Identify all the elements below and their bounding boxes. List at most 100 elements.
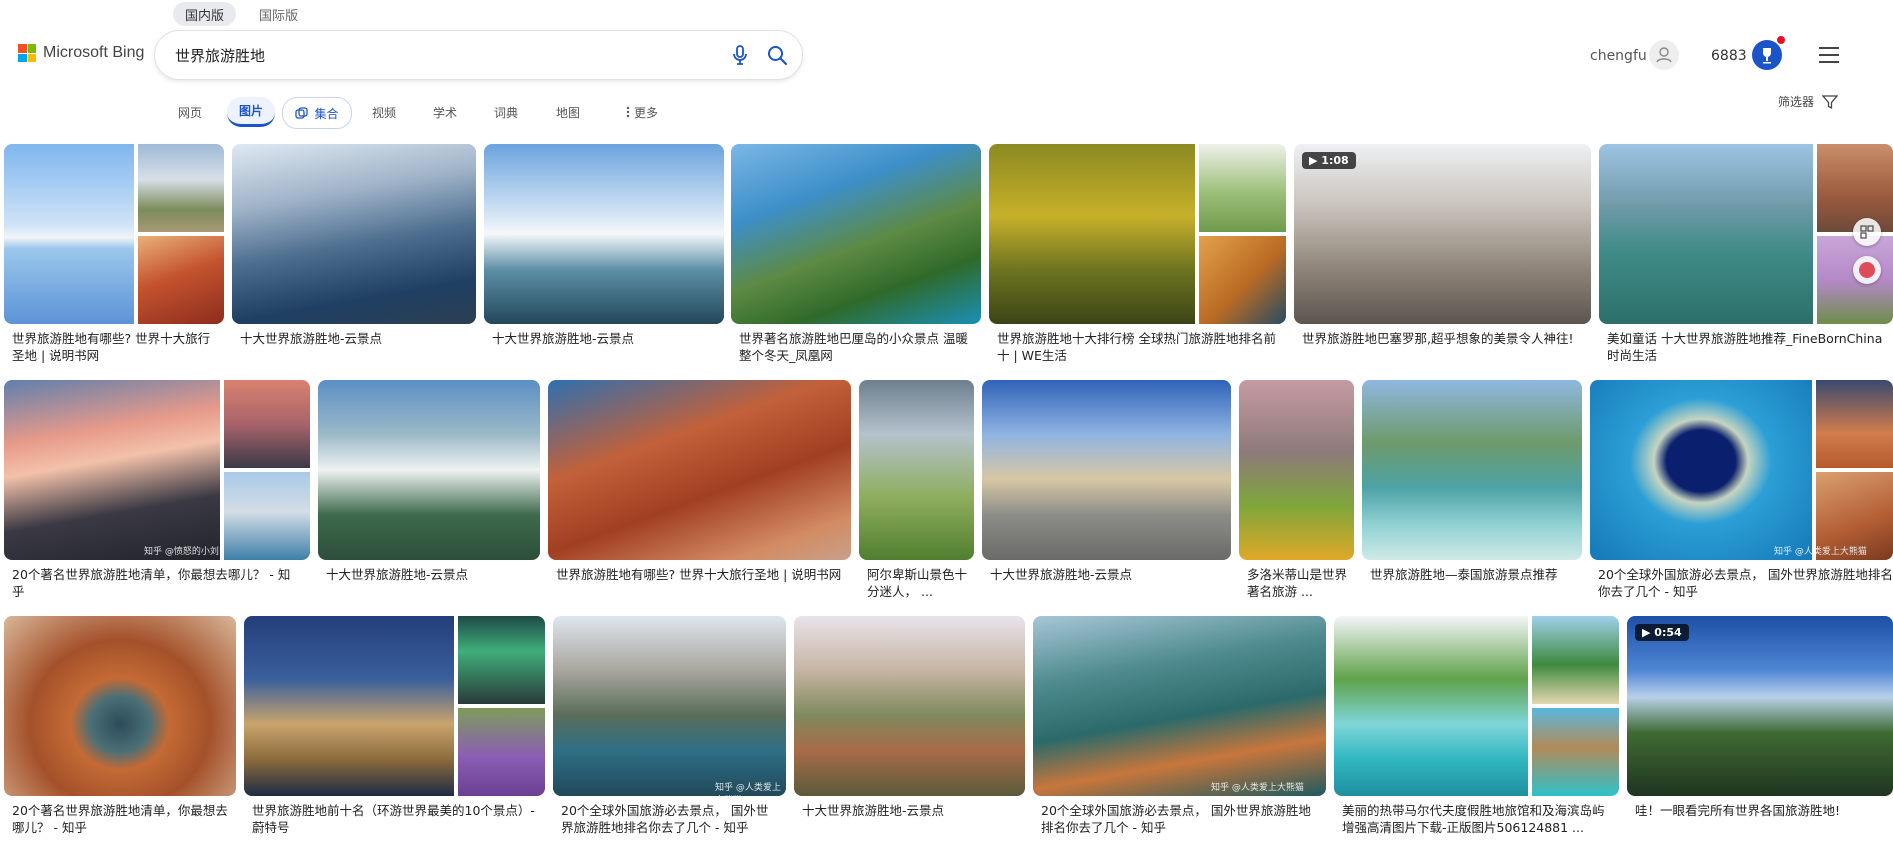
image-caption[interactable]: 十大世界旅游胜地-云景点 [990, 566, 1225, 584]
logo-text: Microsoft Bing [43, 44, 145, 61]
image-result[interactable] [1239, 380, 1354, 560]
tab-academic[interactable]: 学术 [427, 97, 463, 127]
image-result[interactable] [1334, 616, 1619, 796]
image-result[interactable]: 知乎 @愤怒的小刘 [4, 380, 310, 560]
tab-collections-label: 集合 [314, 106, 339, 121]
image-caption[interactable]: 世界著名旅游胜地巴厘岛的小众景点 温暖整个冬天_凤凰网 [739, 330, 975, 366]
image-result[interactable] [989, 144, 1286, 324]
image-result[interactable] [484, 144, 724, 324]
image-caption[interactable]: 十大世界旅游胜地-云景点 [326, 566, 534, 584]
image-caption[interactable]: 美如童话 十大世界旅游胜地推荐_FineBornChina时尚生活 [1607, 330, 1893, 366]
venice-image [244, 616, 454, 796]
lavender-image [458, 708, 545, 796]
visual-search-icon [1860, 225, 1874, 239]
more-dots-icon [626, 106, 630, 118]
trophy-icon [1763, 48, 1771, 64]
image-result[interactable]: ▶ 0:54 [1627, 616, 1893, 796]
tab-images[interactable]: 图片 [227, 97, 275, 127]
video-duration: 1:08 [1321, 154, 1349, 167]
image-result[interactable] [232, 144, 476, 324]
save-to-collection-button[interactable] [1853, 256, 1881, 284]
visual-search-button[interactable] [1853, 218, 1881, 246]
volcano-image [224, 380, 310, 468]
search-box[interactable]: 世界旅游胜地 [155, 31, 802, 79]
image-result[interactable] [1599, 144, 1893, 324]
microsoft-logo-icon [18, 44, 36, 62]
image-result[interactable] [982, 380, 1231, 560]
taj-mahal-image [4, 144, 134, 324]
tab-maps[interactable]: 地图 [550, 97, 586, 127]
video-duration-badge: ▶ 0:54 [1635, 624, 1689, 641]
image-caption[interactable]: 十大世界旅游胜地-云景点 [802, 802, 1019, 820]
image-caption[interactable]: 世界旅游胜地巴塞罗那,超乎想象的美景令人神往! [1302, 330, 1585, 348]
image-result[interactable] [244, 616, 545, 796]
watermark: 知乎 @愤怒的小刘 [144, 547, 219, 557]
image-result[interactable]: ▶ 1:08 [1294, 144, 1591, 324]
canyon-image [138, 236, 224, 324]
image-result[interactable]: 知乎 @人类爱上大熊猫 [1033, 616, 1326, 796]
image-result[interactable] [731, 144, 981, 324]
avatar[interactable] [1649, 40, 1679, 70]
image-caption[interactable]: 美丽的热带马尔代夫度假胜地旅馆和及海滨岛屿增强高清图片下载-正版图片506124… [1342, 802, 1613, 838]
image-caption[interactable]: 十大世界旅游胜地-云景点 [240, 330, 470, 348]
collection-icon [1859, 262, 1875, 278]
image-result[interactable] [4, 144, 224, 324]
sunset-image [1816, 380, 1893, 468]
username[interactable]: chengfu [1590, 48, 1647, 64]
image-result[interactable]: 知乎 @人类爱上大熊猫 [1590, 380, 1893, 560]
rewards-points[interactable]: 6883 [1711, 48, 1747, 64]
image-caption[interactable]: 20个全球外国旅游必去景点， 国外世界旅游胜地排名你去了几个 - 知乎 [1598, 566, 1893, 602]
image-caption[interactable]: 世界旅游胜地有哪些? 世界十大旅行圣地 | 说明书网 [12, 330, 212, 366]
edition-international[interactable]: 国际版 [247, 2, 310, 26]
image-caption[interactable]: 十大世界旅游胜地-云景点 [492, 330, 718, 348]
image-result[interactable] [859, 380, 974, 560]
notification-dot [1777, 36, 1785, 44]
image-result[interactable] [794, 616, 1025, 796]
filter-label: 筛选器 [1778, 95, 1815, 109]
tab-dictionary[interactable]: 词典 [488, 97, 524, 127]
image-caption[interactable]: 世界旅游胜地有哪些? 世界十大旅行圣地 | 说明书网 [556, 566, 845, 602]
bing-logo[interactable]: Microsoft Bing [18, 44, 144, 62]
tree-tunnel-image [989, 144, 1195, 324]
image-result[interactable] [318, 380, 540, 560]
mountain-image [138, 144, 224, 232]
blue-hole-image [1590, 380, 1812, 560]
watermark: 知乎 @人类爱上大熊猫 [1211, 783, 1304, 793]
harbor-image [224, 472, 310, 560]
image-caption[interactable]: 世界旅游胜地十大排行榜 全球热门旅游胜地排名前十 | WE生活 [997, 330, 1280, 366]
tab-more-label: 更多 [633, 105, 658, 120]
tab-videos[interactable]: 视频 [366, 97, 402, 127]
halong-bay-image [1599, 144, 1813, 324]
edition-domestic[interactable]: 国内版 [173, 2, 237, 26]
image-caption[interactable]: 世界旅游胜地前十名（环游世界最美的10个景点）-蔚特号 [252, 802, 539, 838]
image-caption[interactable]: 20个全球外国旅游必去景点， 国外世界旅游胜地排名你去了几个 - 知乎 [1041, 802, 1320, 838]
image-result[interactable] [1362, 380, 1582, 560]
image-caption[interactable]: 20个著名世界旅游胜地清单，你最想去哪儿？ - 知乎 [12, 566, 302, 602]
field-image [1199, 144, 1286, 232]
image-result[interactable]: 知乎 @人类爱上大熊猫 [553, 616, 786, 796]
maldives-pier-image [1334, 616, 1528, 796]
hamburger-menu-icon[interactable] [1818, 46, 1840, 64]
microphone-icon[interactable] [728, 43, 752, 67]
patagonia-image [4, 380, 220, 560]
image-caption[interactable]: 20个全球外国旅游必去景点， 国外世界旅游胜地排名你去了几个 - 知乎 [561, 802, 780, 838]
user-icon [1656, 47, 1672, 63]
palm-beach-image [1532, 616, 1619, 704]
image-caption[interactable]: 世界旅游胜地—泰国旅游景点推荐 [1370, 566, 1576, 584]
search-icon[interactable] [765, 43, 789, 67]
tab-more[interactable]: 更多 [617, 97, 667, 127]
rewards-button[interactable] [1752, 40, 1782, 70]
tab-web[interactable]: 网页 [170, 97, 210, 127]
image-result[interactable] [4, 616, 236, 796]
filter-button[interactable]: 筛选器 [1778, 93, 1839, 110]
tab-collections[interactable]: 集合 [282, 97, 352, 129]
video-duration-badge: ▶ 1:08 [1302, 152, 1356, 169]
watermark: 知乎 @人类爱上大熊猫 [715, 783, 781, 793]
image-caption[interactable]: 20个著名世界旅游胜地清单，你最想去哪儿？ - 知乎 [12, 802, 230, 838]
image-caption[interactable]: 阿尔卑斯山景色十分迷人， ... [867, 566, 969, 602]
video-duration: 0:54 [1654, 626, 1682, 639]
image-caption[interactable]: 哇！一眼看完所有世界各国旅游胜地! [1635, 802, 1893, 820]
image-caption[interactable]: 多洛米蒂山是世界著名旅游 ... [1247, 566, 1349, 602]
search-input[interactable]: 世界旅游胜地 [175, 45, 265, 66]
image-result[interactable] [548, 380, 851, 560]
